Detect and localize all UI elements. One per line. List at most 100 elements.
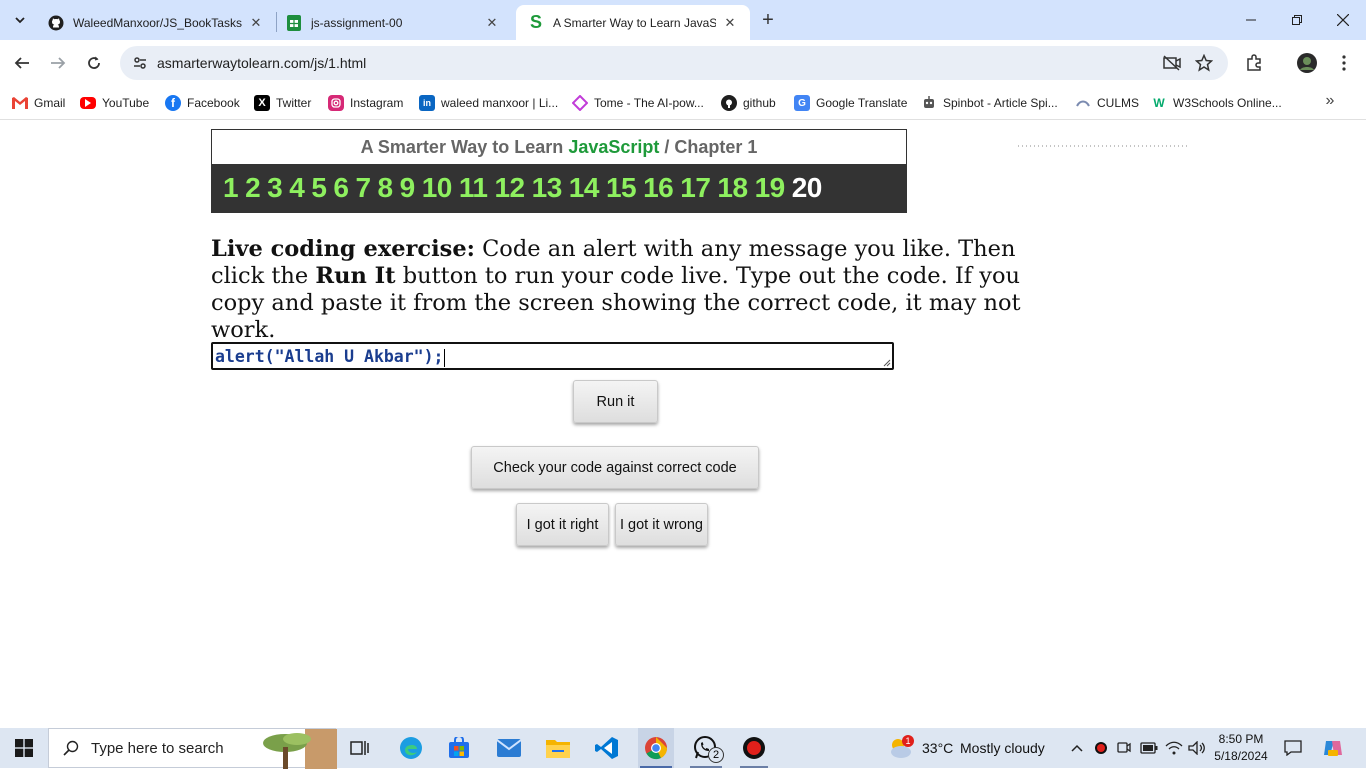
taskbar-recorder[interactable]	[738, 728, 770, 768]
new-tab-button[interactable]: +	[756, 8, 780, 32]
close-tab-icon[interactable]: ✕	[248, 15, 264, 31]
exercise-link-6[interactable]: 6	[333, 172, 349, 204]
whatsapp-unread-badge: 2	[708, 747, 724, 763]
notification-center-button[interactable]	[1280, 728, 1306, 768]
taskbar-search-box[interactable]: Type here to search	[48, 728, 337, 769]
task-view-button[interactable]	[345, 728, 375, 768]
site-info-button[interactable]	[128, 51, 152, 75]
tab-github-booktasks[interactable]: WaleedManxoor/JS_BookTasks ✕	[36, 5, 276, 40]
close-tab-icon[interactable]: ✕	[722, 15, 738, 31]
bookmark-label: YouTube	[102, 96, 150, 110]
start-button[interactable]	[0, 728, 48, 768]
weather-alert-badge: 1	[902, 735, 914, 747]
bookmark-w3schools[interactable]: W W3Schools Online...	[1151, 92, 1282, 114]
taskbar-edge[interactable]	[395, 728, 427, 768]
github-icon	[48, 15, 64, 31]
bookmark-github[interactable]: github	[721, 92, 776, 114]
instructions-lead: Live coding exercise:	[211, 236, 475, 262]
extensions-button[interactable]	[1239, 48, 1269, 78]
exercise-link-7[interactable]: 7	[355, 172, 371, 204]
resize-grip-icon[interactable]	[883, 359, 891, 367]
bookmark-label: Gmail	[34, 96, 66, 110]
javascript-label: JavaScript	[568, 137, 660, 157]
exercise-link-13[interactable]: 13	[532, 172, 563, 204]
reload-button[interactable]	[79, 48, 109, 78]
exercise-link-15[interactable]: 15	[606, 172, 637, 204]
taskbar-chrome[interactable]	[638, 728, 674, 768]
title-separator: /	[659, 137, 675, 157]
back-button[interactable]	[7, 48, 37, 78]
exercise-link-3[interactable]: 3	[267, 172, 283, 204]
vscode-icon	[595, 737, 618, 759]
profile-button[interactable]	[1292, 48, 1322, 78]
tab-search-button[interactable]	[6, 8, 34, 32]
bookmark-star-button[interactable]	[1192, 51, 1216, 75]
exercise-link-10[interactable]: 10	[422, 172, 453, 204]
bookmark-tome[interactable]: Tome - The AI-pow...	[572, 92, 704, 114]
exercise-link-14[interactable]: 14	[569, 172, 600, 204]
exercise-link-2[interactable]: 2	[245, 172, 261, 204]
tab-js-assignment[interactable]: js-assignment-00 ✕	[274, 5, 512, 40]
tome-icon	[572, 95, 588, 111]
exercise-link-19[interactable]: 19	[755, 172, 786, 204]
show-hidden-icons-button[interactable]	[1066, 728, 1088, 768]
restore-button[interactable]	[1274, 0, 1320, 40]
tab-smarter-way-active[interactable]: S A Smarter Way to Learn JavaScr ✕	[516, 5, 750, 40]
exercise-link-4[interactable]: 4	[289, 172, 305, 204]
weather-widget[interactable]: 1	[886, 728, 916, 768]
taskbar-file-explorer[interactable]	[542, 728, 574, 768]
bookmark-google-translate[interactable]: G Google Translate	[794, 92, 907, 114]
bookmark-linkedin[interactable]: in waleed manxoor | Li...	[419, 92, 558, 114]
tab-title: WaleedManxoor/JS_BookTasks	[73, 15, 242, 30]
bookmark-facebook[interactable]: f Facebook	[165, 92, 240, 114]
exercise-link-8[interactable]: 8	[378, 172, 394, 204]
camera-blocked-button[interactable]	[1160, 51, 1184, 75]
copilot-button[interactable]	[1318, 728, 1348, 768]
exercise-link-11[interactable]: 11	[459, 172, 488, 204]
tray-battery[interactable]	[1138, 728, 1160, 768]
code-input[interactable]: alert("Allah U Akbar");	[211, 342, 894, 370]
exercise-link-16[interactable]: 16	[643, 172, 674, 204]
exercise-link-5[interactable]: 5	[311, 172, 327, 204]
weather-description: Mostly cloudy	[960, 740, 1045, 756]
clock[interactable]: 8:50 PM 5/18/2024	[1212, 731, 1270, 767]
forward-button[interactable]	[43, 48, 73, 78]
exercise-link-1[interactable]: 1	[223, 172, 239, 204]
exercise-link-18[interactable]: 18	[717, 172, 748, 204]
exercise-link-9[interactable]: 9	[400, 172, 416, 204]
more-bookmarks-button[interactable]: »	[1318, 90, 1342, 112]
taskbar-vscode[interactable]	[591, 728, 623, 768]
speaker-icon	[1188, 741, 1205, 755]
page-content: A Smarter Way to Learn JavaScript / Chap…	[0, 121, 1366, 728]
bookmark-culms[interactable]: CULMS	[1075, 92, 1139, 114]
x-icon: X	[254, 95, 270, 111]
address-bar[interactable]: asmarterwaytolearn.com/js/1.html	[120, 46, 1228, 80]
taskbar-mail[interactable]	[493, 728, 525, 768]
tab-title: js-assignment-00	[311, 15, 403, 30]
exercise-link-17[interactable]: 17	[680, 172, 711, 204]
chevron-down-icon	[15, 17, 25, 24]
tab-title: A Smarter Way to Learn JavaScr	[553, 15, 716, 30]
close-tab-icon[interactable]: ✕	[484, 15, 500, 31]
run-it-mention: Run It	[315, 263, 396, 289]
minimize-button[interactable]	[1228, 0, 1274, 40]
exercise-link-12[interactable]: 12	[494, 172, 525, 204]
tray-meet-now[interactable]	[1114, 728, 1134, 768]
close-window-button[interactable]	[1320, 0, 1366, 40]
bookmark-instagram[interactable]: Instagram	[328, 92, 403, 114]
taskbar-store[interactable]	[444, 728, 474, 768]
tray-network[interactable]	[1163, 728, 1185, 768]
got-it-right-button[interactable]: I got it right	[516, 503, 609, 546]
tray-recording[interactable]	[1091, 728, 1111, 768]
bookmark-youtube[interactable]: YouTube	[80, 92, 149, 114]
bookmark-spinbot[interactable]: Spinbot - Article Spi...	[921, 92, 1058, 114]
chrome-menu-button[interactable]	[1329, 48, 1359, 78]
taskbar-whatsapp[interactable]: 2	[688, 728, 724, 768]
search-highlight-tree-icon	[263, 729, 337, 769]
run-it-button[interactable]: Run it	[573, 380, 658, 423]
bookmark-twitter[interactable]: X Twitter	[254, 92, 311, 114]
tray-volume[interactable]	[1186, 728, 1208, 768]
bookmark-gmail[interactable]: Gmail	[12, 92, 65, 114]
check-code-button[interactable]: Check your code against correct code	[471, 446, 759, 489]
got-it-wrong-button[interactable]: I got it wrong	[615, 503, 708, 546]
